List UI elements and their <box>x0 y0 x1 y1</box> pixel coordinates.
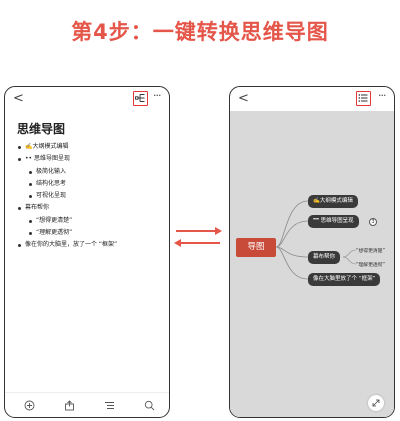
search-icon[interactable] <box>144 400 155 411</box>
mindmap-node[interactable]: ❞❞ 思维导图呈现 <box>308 215 359 228</box>
outline-icon[interactable] <box>104 400 115 411</box>
list-item[interactable]: 结构化思考 <box>5 178 169 190</box>
bullet-icon <box>29 219 32 223</box>
mindmap-icon <box>135 94 145 102</box>
bullet-icon <box>29 170 32 174</box>
mindmap-toggle-button[interactable] <box>133 91 148 106</box>
outline-toggle-button[interactable] <box>356 91 371 106</box>
share-icon[interactable] <box>64 400 75 411</box>
mindmap-phone: < ··· 导图 ✍️大纲模式编辑 ❞❞ 思维导图呈现 3 幕布帮你 像在大脑里… <box>229 86 395 418</box>
bottom-toolbar <box>5 392 169 417</box>
list-item[interactable]: 极简化输入 <box>5 166 169 178</box>
add-icon[interactable] <box>24 400 35 411</box>
fit-screen-button[interactable] <box>368 395 384 411</box>
more-icon[interactable]: ··· <box>378 89 386 102</box>
bullet-icon <box>29 195 32 199</box>
bullet-icon <box>29 232 32 236</box>
bullet-icon <box>29 182 32 186</box>
list-item[interactable]: 像在你的大脑里，放了一个 “框架” <box>5 239 169 251</box>
mindmap-root-node[interactable]: 导图 <box>236 238 276 257</box>
list-item[interactable]: ✍️大纲模式编辑 <box>5 141 169 153</box>
bidirectional-arrows-icon <box>172 225 224 253</box>
headline: 第4步：一键转换思维导图 <box>71 20 329 44</box>
doc-title: 思维导图 <box>17 122 66 136</box>
list-item[interactable]: 可视化呈现 <box>5 190 169 202</box>
outline-topbar: < ··· <box>5 87 169 111</box>
mindmap-canvas[interactable]: 导图 ✍️大纲模式编辑 ❞❞ 思维导图呈现 3 幕布帮你 像在大脑里放了个 “框… <box>230 111 394 417</box>
list-icon <box>358 94 368 102</box>
mindmap-node[interactable]: ✍️大纲模式编辑 <box>308 195 358 208</box>
bullet-icon <box>18 244 21 248</box>
back-icon[interactable]: < <box>13 91 24 106</box>
more-icon[interactable]: ··· <box>153 89 161 102</box>
mindmap-node[interactable]: 像在大脑里放了个 “框架” <box>308 273 381 286</box>
outline-phone: < ··· 思维导图 ✍️大纲模式编辑 •• 思维导图呈现 极简化输入 结构化思… <box>4 86 170 418</box>
mindmap-node[interactable]: 幕布帮你 <box>308 251 341 264</box>
collapse-count-badge[interactable]: 3 <box>369 218 377 226</box>
bullet-icon <box>18 158 21 162</box>
list-item[interactable]: •• 思维导图呈现 <box>5 153 169 165</box>
mindmap-leaf[interactable]: “想得更清楚” <box>356 247 385 254</box>
back-icon[interactable]: < <box>238 91 249 106</box>
list-item[interactable]: “理解更透彻” <box>5 227 169 239</box>
mindmap-topbar: < ··· <box>230 87 394 111</box>
mindmap-leaf[interactable]: “理解更透彻” <box>356 261 385 268</box>
bullet-icon <box>18 207 21 211</box>
bullet-icon <box>18 146 21 149</box>
outline-list: ✍️大纲模式编辑 •• 思维导图呈现 极简化输入 结构化思考 可视化呈现 幕布帮… <box>5 141 169 252</box>
expand-icon <box>372 399 380 407</box>
list-item[interactable]: “想得更清楚” <box>5 215 169 227</box>
list-item[interactable]: 幕布帮你 <box>5 202 169 214</box>
